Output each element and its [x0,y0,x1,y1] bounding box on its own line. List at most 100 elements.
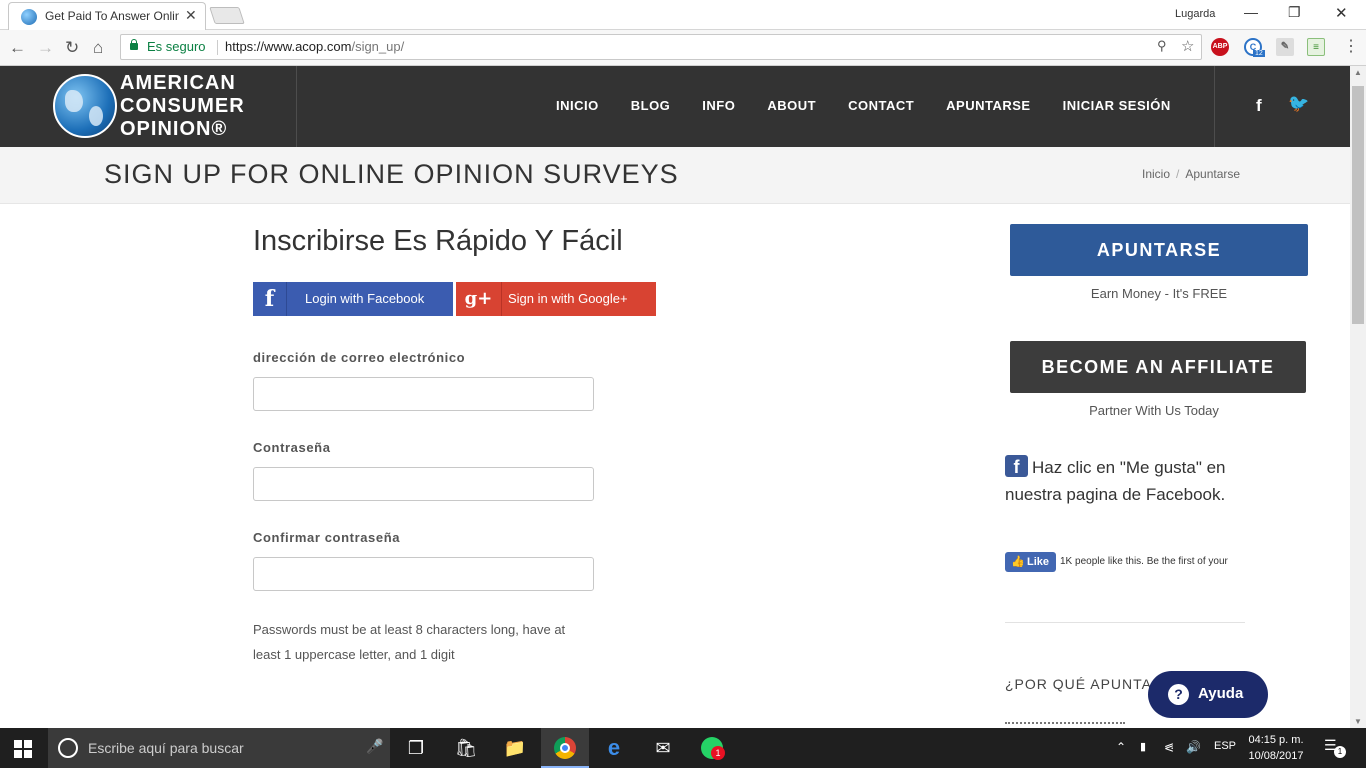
edge-icon[interactable]: e [602,736,626,760]
twitter-icon[interactable]: 🐦 [1288,94,1309,114]
nav-inicio[interactable]: INICIO [556,98,599,113]
facebook-like-button[interactable]: 👍 Like [1005,552,1056,572]
apuntarse-button[interactable]: APUNTARSE [1010,224,1308,276]
lock-shackle-icon [131,39,137,45]
minimize-icon[interactable]: — [1244,4,1258,20]
globe-logo-icon[interactable] [53,74,117,138]
volume-icon[interactable]: 🔊 [1186,740,1201,754]
nav-contact[interactable]: CONTACT [848,98,914,113]
login-facebook-button[interactable]: f Login with Facebook [253,282,453,316]
microphone-icon[interactable]: 🎤 [366,738,383,755]
tray-chevron-icon[interactable]: ⌃ [1116,740,1126,754]
help-label: Ayuda [1198,685,1244,702]
store-icon[interactable]: 🛍 [454,736,478,760]
tab-close-icon[interactable]: ✕ [185,7,197,24]
header-divider [296,66,297,147]
social-divider [1214,66,1215,147]
browser-toolbar: ← → ↻ ⌂ Es seguro https://www.acop.com/s… [0,30,1366,66]
adblock-icon[interactable]: ABP [1211,38,1229,56]
why-signup-heading: ¿POR QUÉ APUNTA [1005,676,1152,692]
taskbar-search[interactable]: Escribe aquí para buscar 🎤 [48,728,390,768]
page-scrollbar[interactable]: ▲ ▼ [1350,66,1366,728]
form-heading: Inscribirse Es Rápido Y Fácil [253,225,623,257]
nav-apuntarse[interactable]: APUNTARSE [946,98,1030,113]
page-title-band: SIGN UP FOR ONLINE OPINION SURVEYS Inici… [0,147,1350,204]
forward-icon[interactable]: → [37,38,54,58]
sidebar-divider [1005,622,1245,623]
like-count-text: 1K people like this. Be the first of you… [1060,556,1228,567]
breadcrumb: Inicio / Apuntarse [1142,167,1240,181]
tab-title: Get Paid To Answer Online [45,9,179,23]
sheet-extension-icon[interactable]: ≡ [1307,38,1325,56]
windows-start-icon[interactable] [14,740,32,758]
profile-name[interactable]: Lugarda [1175,8,1215,20]
notification-count: 1 [1334,746,1346,758]
whatsapp-badge: 1 [711,746,725,760]
signin-google-label: Sign in with Google+ [508,291,628,306]
home-icon[interactable]: ⌂ [93,38,103,58]
taskbar-search-input[interactable]: Escribe aquí para buscar [88,740,244,756]
mail-icon[interactable]: ✉ [651,736,675,760]
help-button[interactable]: ? Ayuda [1148,671,1268,718]
key-icon[interactable]: ⚲ [1157,38,1167,54]
breadcrumb-separator: / [1176,167,1180,181]
reload-icon[interactable]: ↻ [65,38,79,58]
like-button-label: Like [1027,556,1050,568]
new-tab-button[interactable] [209,7,245,24]
back-icon[interactable]: ← [9,38,26,58]
main-nav: INICIO BLOG INFO ABOUT CONTACT APUNTARSE… [540,98,1203,113]
breadcrumb-home[interactable]: Inicio [1142,167,1170,181]
confirm-password-field[interactable] [253,557,594,591]
password-field[interactable] [253,467,594,501]
google-plus-icon: g+ [456,282,502,316]
become-affiliate-button[interactable]: BECOME AN AFFILIATE [1010,341,1306,393]
signin-google-button[interactable]: g+ Sign in with Google+ [456,282,656,316]
clock-time: 04:15 p. m. [1248,734,1304,746]
page-title: SIGN UP FOR ONLINE OPINION SURVEYS [104,159,679,189]
logo-line-3[interactable]: OPINION® [120,118,227,141]
email-label: dirección de correo electrónico [253,350,466,365]
taskbar: Escribe aquí para buscar 🎤 ❐ 🛍 📁 e ✉ 1 ⌃… [0,728,1366,768]
file-explorer-icon[interactable]: 📁 [503,736,527,760]
logo-line-2[interactable]: CONSUMER [120,95,245,118]
battery-icon[interactable]: ▮ [1140,740,1146,753]
bookmark-star-icon[interactable]: ☆ [1181,37,1194,55]
login-facebook-label: Login with Facebook [305,291,425,306]
password-requirements: Passwords must be at least 8 characters … [253,622,566,662]
cortana-icon[interactable] [58,738,78,758]
window-close-icon[interactable]: ✕ [1335,4,1348,22]
password-label: Contraseña [253,440,331,455]
system-clock[interactable]: 04:15 p. m. 10/08/2017 [1243,732,1309,764]
nav-blog[interactable]: BLOG [631,98,671,113]
pdf-extension-icon[interactable]: ✎ [1276,38,1294,56]
confirm-password-label: Confirmar contraseña [253,530,401,545]
question-icon: ? [1168,684,1189,705]
chrome-icon-center [560,743,570,753]
chrome-taskbar-button[interactable] [541,728,589,768]
browser-tab[interactable]: Get Paid To Answer Online ✕ [8,2,206,30]
nav-about[interactable]: ABOUT [767,98,816,113]
nav-iniciar-sesion[interactable]: INICIAR SESIÓN [1063,98,1171,113]
email-field[interactable] [253,377,594,411]
address-bar[interactable]: Es seguro https://www.acop.com/sign_up/ … [120,34,1202,60]
facebook-icon[interactable]: f [1256,96,1262,116]
earn-money-text: Earn Money - It's FREE [1090,286,1228,301]
browser-tab-strip: Get Paid To Answer Online ✕ Lugarda — ❐ … [0,0,1366,30]
partner-text: Partner With Us Today [1089,403,1219,418]
logo-line-1[interactable]: AMERICAN [120,72,236,95]
action-center-icon[interactable]: ☰ 1 [1324,737,1346,758]
menu-kebab-icon[interactable]: ⋮ [1343,36,1359,56]
task-view-icon[interactable]: ❐ [404,736,428,760]
site-header: AMERICAN CONSUMER OPINION® INICIO BLOG I… [0,66,1350,147]
restore-icon[interactable]: ❐ [1288,4,1301,21]
facebook-like-heading: Haz clic en "Me gusta" en nuestra pagina… [1005,458,1226,504]
facebook-icon: f [253,282,287,316]
language-indicator[interactable]: ESP [1214,740,1236,752]
wifi-icon[interactable]: ⪗ [1164,740,1174,754]
nav-info[interactable]: INFO [702,98,735,113]
thumbs-up-icon: 👍 [1011,556,1025,568]
url-text: https://www.acop.com/sign_up/ [225,39,404,54]
scroll-thumb[interactable] [1352,86,1364,324]
scroll-up-icon[interactable]: ▲ [1350,68,1366,77]
scroll-down-icon[interactable]: ▼ [1350,717,1366,726]
